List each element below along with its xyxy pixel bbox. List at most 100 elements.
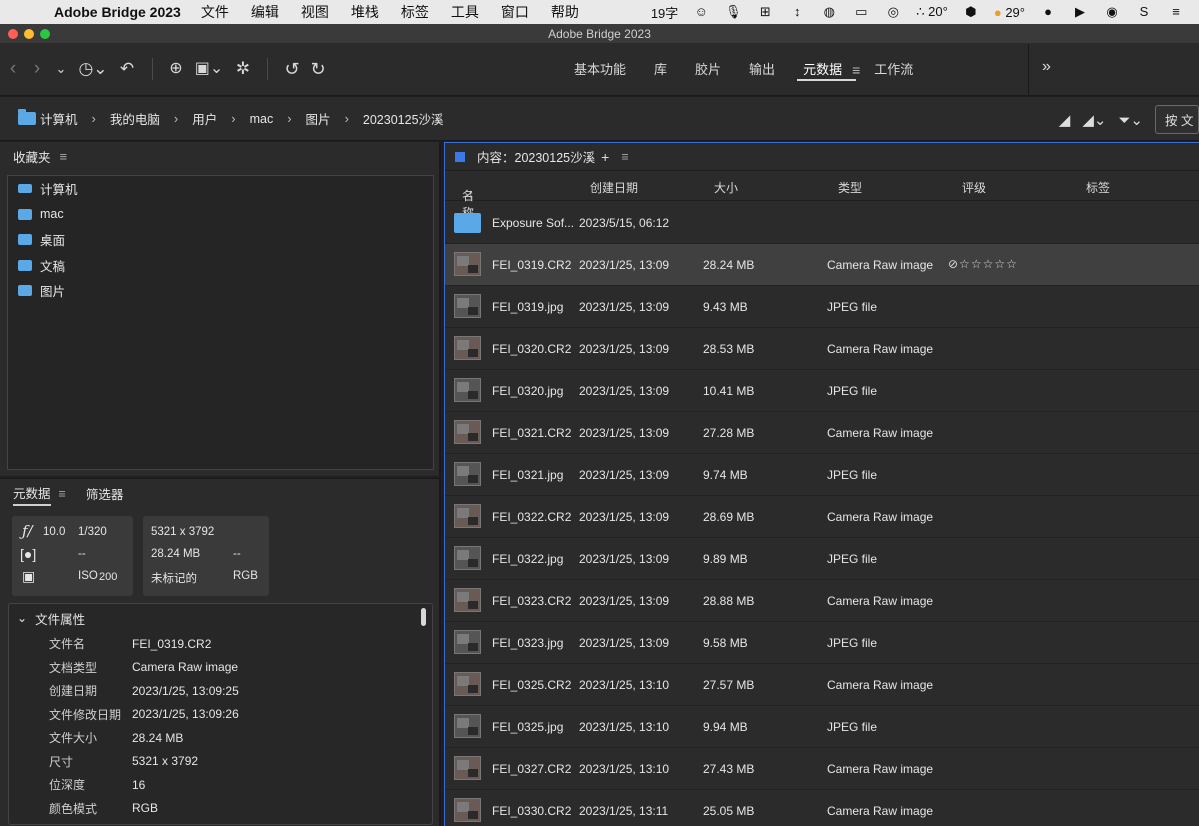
column-size[interactable]: 大小 xyxy=(714,179,738,196)
menu-help[interactable]: 帮助 xyxy=(551,2,579,22)
recent-history-icon[interactable]: ◷⌄ xyxy=(78,56,108,82)
filter-icon[interactable]: ⏷⌄ xyxy=(1118,111,1143,129)
rating-filter-icon[interactable]: ◢⌄ xyxy=(1082,111,1106,129)
tab-filter[interactable]: 筛选器 xyxy=(86,484,124,505)
back-icon[interactable]: ‹ xyxy=(6,56,20,82)
file-row[interactable]: FEI_0322.CR2 2023/1/25, 13:09 28.69 MB Came… xyxy=(445,496,1199,538)
file-row[interactable]: FEI_0320.CR2 2023/1/25, 13:09 28.53 MB Came… xyxy=(445,328,1199,370)
thumbnail[interactable] xyxy=(454,378,481,402)
weather-1[interactable]: ∴ 20° xyxy=(916,4,948,20)
file-row[interactable]: FEI_0323.CR2 2023/1/25, 13:09 28.88 MB Came… xyxy=(445,580,1199,622)
property-value[interactable]: Camera Raw image xyxy=(132,660,238,674)
column-label[interactable]: 标签 xyxy=(1086,179,1110,196)
weather-2[interactable]: ● 29° xyxy=(994,5,1025,20)
workspace-essentials[interactable]: 基本功能 xyxy=(560,44,640,96)
favorite-item-computer[interactable]: 计算机 xyxy=(8,176,433,202)
reveal-recent-icon[interactable]: ↶ xyxy=(118,56,136,82)
menu-view[interactable]: 视图 xyxy=(301,2,329,22)
smiley-icon[interactable]: ☺ xyxy=(692,4,710,20)
breadcrumb-mac[interactable]: mac xyxy=(250,112,274,126)
workspace-workflow[interactable]: 工作流 xyxy=(860,44,927,96)
close-window-button[interactable] xyxy=(8,29,18,39)
camera-import-icon[interactable]: ⊕ xyxy=(165,56,187,82)
menu-tools[interactable]: 工具 xyxy=(451,2,479,22)
zoom-window-button[interactable] xyxy=(40,29,50,39)
input-method-icon[interactable]: ⊞ xyxy=(756,4,774,20)
wechat-icon[interactable]: ◍ xyxy=(820,4,838,20)
apple-logo-icon[interactable]: ● xyxy=(1039,4,1057,20)
folder-row[interactable]: Exposure Sof... 2023/5/15, 06:12 xyxy=(445,202,1199,244)
scrollbar[interactable] xyxy=(421,608,426,626)
property-value[interactable]: 28.24 MB xyxy=(132,731,183,745)
panel-menu-icon[interactable]: ≡ xyxy=(59,487,66,501)
favorite-item-mac[interactable]: mac xyxy=(8,202,433,228)
menu-stack[interactable]: 堆栈 xyxy=(351,2,379,22)
property-value[interactable]: 5321 x 3792 xyxy=(132,754,198,768)
favorite-item-pictures[interactable]: 图片 xyxy=(8,278,433,304)
thumbnail[interactable] xyxy=(454,462,481,486)
property-value[interactable]: FEI_0319.CR2 xyxy=(132,637,211,651)
menu-window[interactable]: 窗口 xyxy=(501,2,529,22)
property-value[interactable]: 16 xyxy=(132,778,145,792)
thumbnail[interactable] xyxy=(454,756,481,780)
thumbnail[interactable] xyxy=(454,672,481,696)
property-value[interactable]: RGB xyxy=(132,801,158,815)
menu-file[interactable]: 文件 xyxy=(201,2,229,22)
s-app-icon[interactable]: S xyxy=(1135,4,1153,20)
breadcrumb-users[interactable]: 用户 xyxy=(192,109,217,128)
workspace-output[interactable]: 输出 xyxy=(735,44,789,96)
favorite-item-documents[interactable]: 文稿 xyxy=(8,253,433,279)
property-value[interactable]: 2023/1/25, 13:09:26 xyxy=(132,707,239,721)
double-chevron-right-icon[interactable]: » xyxy=(1042,58,1051,76)
play-icon[interactable]: ▶ xyxy=(1071,4,1089,20)
user-icon[interactable]: ◉ xyxy=(1103,4,1121,20)
chevron-down-icon[interactable]: ⌄ xyxy=(54,56,68,82)
plus-icon[interactable]: + xyxy=(601,149,609,165)
input-status[interactable]: 19字 xyxy=(651,3,678,22)
rating-stars[interactable]: ⊘☆☆☆☆☆ xyxy=(948,257,1018,271)
breadcrumb-my-computer[interactable]: 我的电脑 xyxy=(110,109,160,128)
refine-icon[interactable]: ▣⌄ xyxy=(192,56,226,82)
file-row[interactable]: FEI_0321.jpg 2023/1/25, 13:09 9.74 MB JPEG … xyxy=(445,454,1199,496)
minimize-window-button[interactable] xyxy=(24,29,34,39)
file-row[interactable]: FEI_0320.jpg 2023/1/25, 13:09 10.41 MB JPEG… xyxy=(445,370,1199,412)
property-value[interactable]: 2023/1/25, 13:09:25 xyxy=(132,684,239,698)
file-row[interactable]: FEI_0323.jpg 2023/1/25, 13:09 9.58 MB JPEG … xyxy=(445,622,1199,664)
thumbnail[interactable] xyxy=(454,420,481,444)
tab-metadata[interactable]: 元数据 xyxy=(13,483,51,506)
file-row[interactable]: FEI_0319.CR2 2023/1/25, 13:09 28.24 MB Came… xyxy=(445,244,1199,286)
photoshop-open-icon[interactable]: ✲ xyxy=(232,56,254,82)
favorites-title[interactable]: 收藏夹 xyxy=(13,147,51,166)
breadcrumb-pictures[interactable]: 图片 xyxy=(306,109,331,128)
thumbnail[interactable] xyxy=(454,336,481,360)
file-properties-header[interactable]: ⌄ 文件属性 xyxy=(9,604,432,632)
vpn-icon[interactable]: ◎ xyxy=(884,4,902,20)
forward-icon[interactable]: › xyxy=(30,56,44,82)
workspace-filmstrip[interactable]: 胶片 xyxy=(681,44,735,96)
shield-icon[interactable]: ⬢ xyxy=(962,4,980,20)
breadcrumb-computer[interactable]: 计算机 xyxy=(18,109,78,128)
menu-label[interactable]: 标签 xyxy=(401,2,429,22)
file-row[interactable]: FEI_0321.CR2 2023/1/25, 13:09 27.28 MB Came… xyxy=(445,412,1199,454)
app-menu[interactable]: Adobe Bridge 2023 xyxy=(54,4,181,20)
arrows-vertical-icon[interactable]: ↕ xyxy=(788,4,806,20)
folder-icon[interactable] xyxy=(454,213,481,233)
menu-edit[interactable]: 编辑 xyxy=(251,2,279,22)
favorite-item-desktop[interactable]: 桌面 xyxy=(8,227,433,253)
file-row[interactable]: FEI_0325.jpg 2023/1/25, 13:10 9.94 MB JPEG … xyxy=(445,706,1199,748)
rotate-left-icon[interactable]: ↺ xyxy=(281,56,303,82)
column-date[interactable]: 创建日期 xyxy=(590,179,638,196)
file-row[interactable]: FEI_0322.jpg 2023/1/25, 13:09 9.89 MB JPEG … xyxy=(445,538,1199,580)
thumbnail[interactable] xyxy=(454,714,481,738)
file-row[interactable]: FEI_0325.CR2 2023/1/25, 13:10 27.57 MB Came… xyxy=(445,664,1199,706)
thumbnail[interactable] xyxy=(454,294,481,318)
thumbnail[interactable] xyxy=(454,252,481,276)
file-row[interactable]: FEI_0319.jpg 2023/1/25, 13:09 9.43 MB JPEG … xyxy=(445,286,1199,328)
rotate-right-icon[interactable]: ↻ xyxy=(307,56,329,82)
thumbnail[interactable] xyxy=(454,504,481,528)
file-row[interactable]: FEI_0327.CR2 2023/1/25, 13:10 27.43 MB Came… xyxy=(445,748,1199,790)
breadcrumb-current-folder[interactable]: 20230125沙溪 xyxy=(363,109,444,128)
menu-extra-icon[interactable]: ≡ xyxy=(1167,4,1185,20)
microphone-icon[interactable]: 🎙︎ xyxy=(724,4,742,20)
panel-menu-icon[interactable]: ≡ xyxy=(60,149,68,164)
